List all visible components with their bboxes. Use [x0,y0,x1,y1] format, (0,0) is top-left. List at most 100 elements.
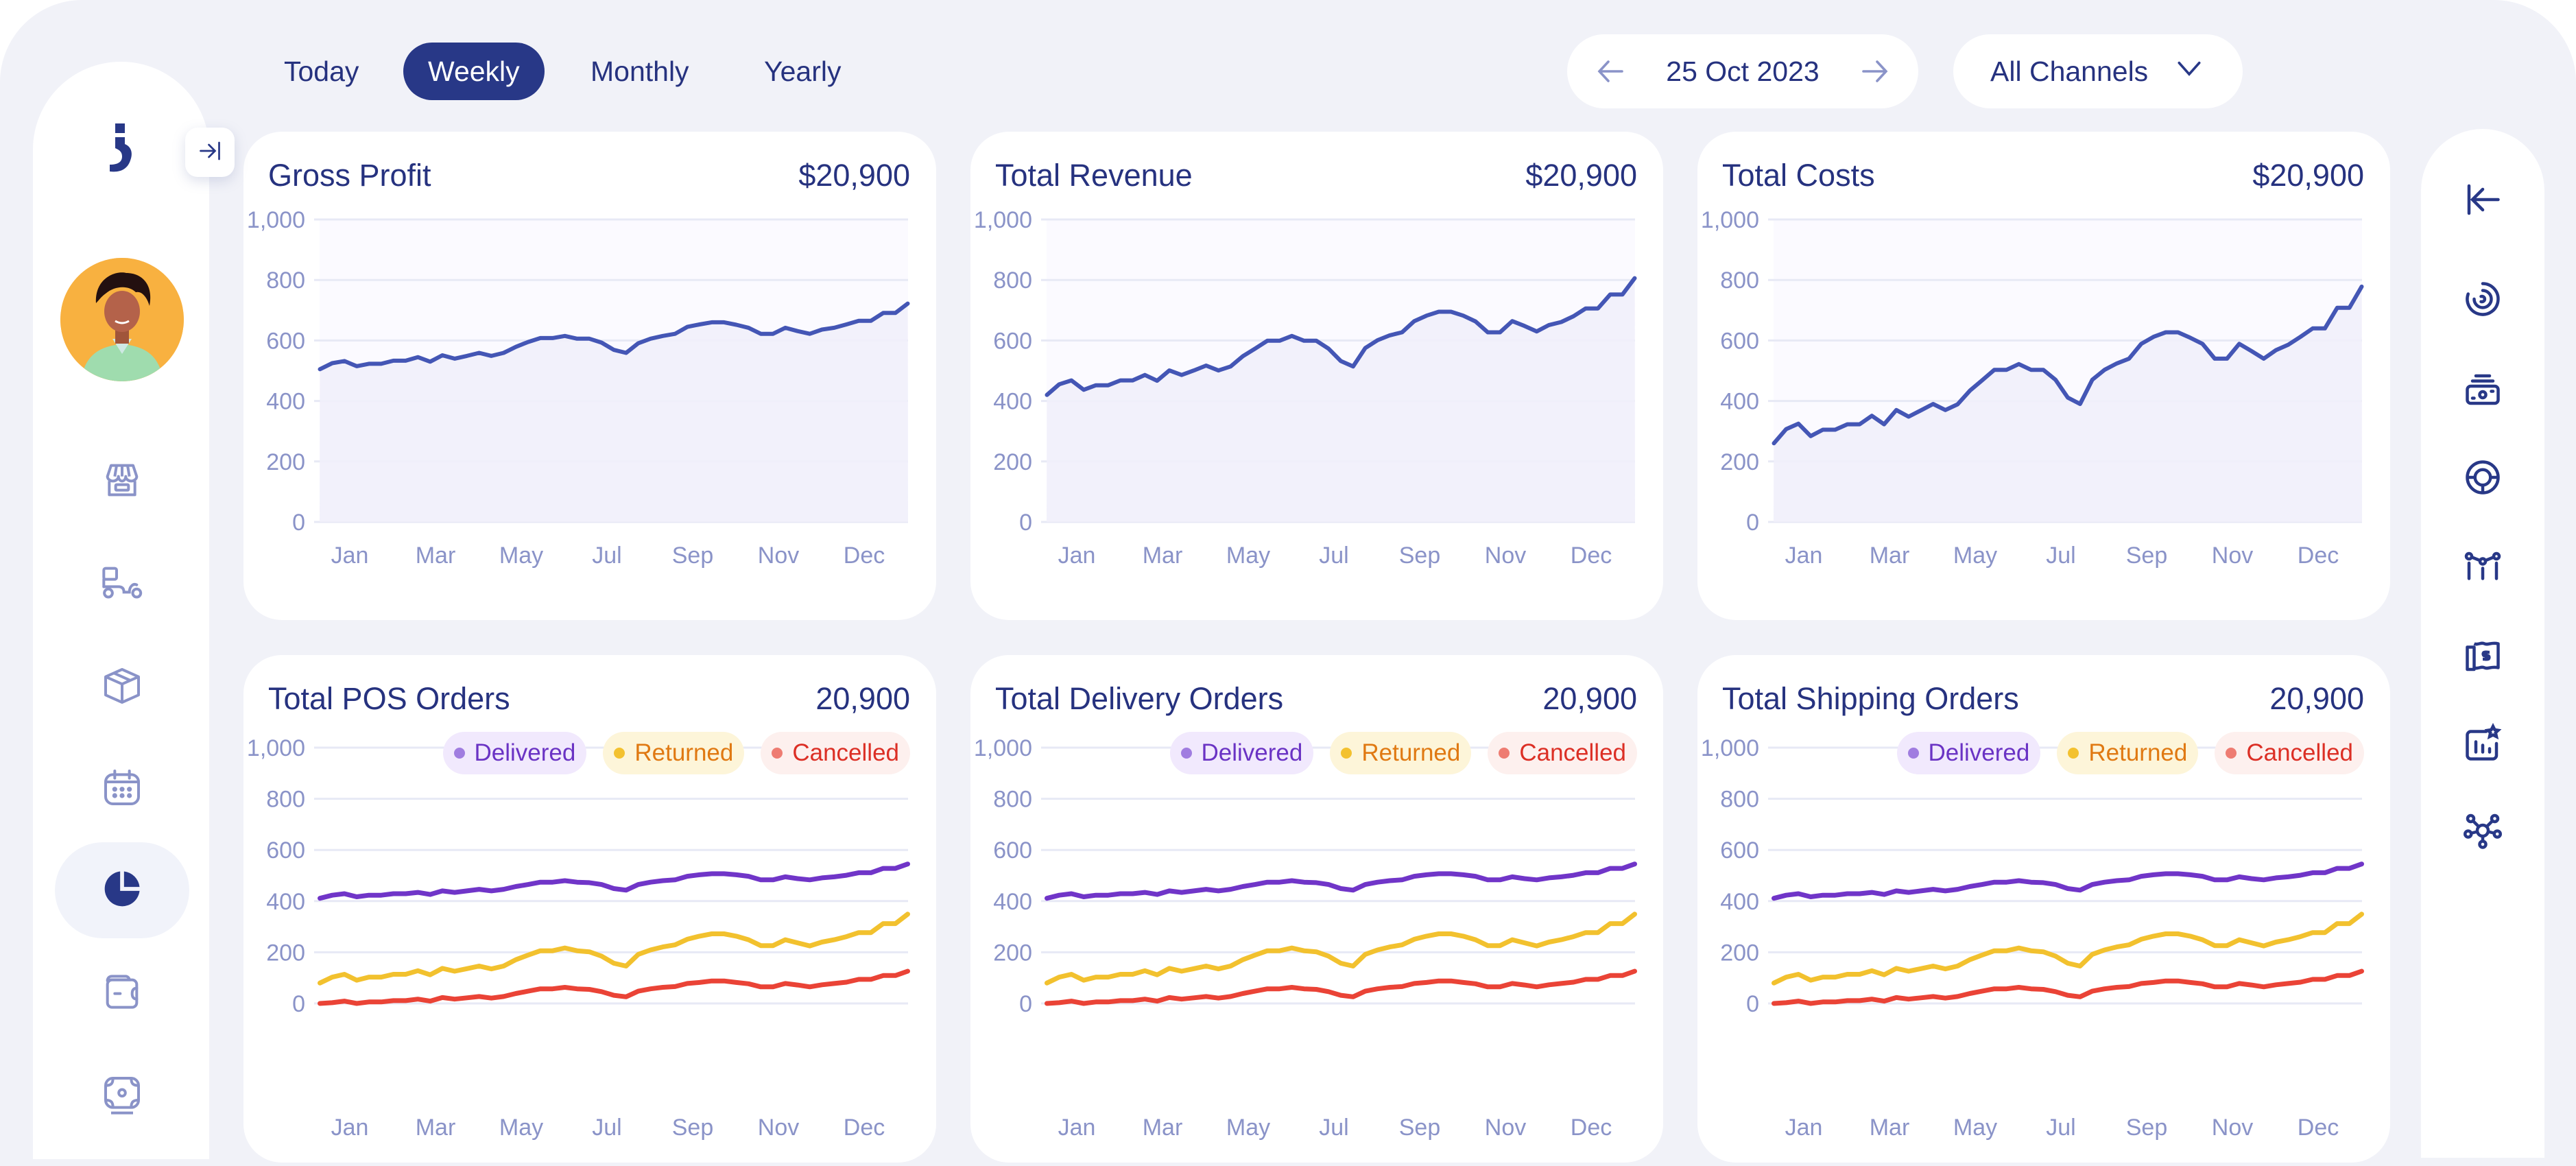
collapse-panel-button[interactable] [2455,174,2510,228]
right-nav-support[interactable] [2455,451,2510,506]
sidebar-item-products[interactable] [55,639,189,735]
sidebar-item-calendar[interactable] [55,741,189,837]
pos-orders-chart: 0 200 400 600 800 1,000 Jan Mar May Jul Sep Nov Dec [247,735,910,1141]
legend-label: Cancelled [1519,739,1626,766]
x-tick-label: Nov [1485,1115,1526,1141]
y-tick-label: 400 [266,889,305,915]
legend-label: Cancelled [2246,739,2353,766]
y-tick-label: 200 [266,940,305,966]
y-tick-label: 1,000 [247,207,305,233]
tab-today[interactable]: Today [259,43,383,100]
next-date-button[interactable] [1858,55,1891,88]
sidebar-item-store[interactable] [55,433,189,530]
legend-dot [1341,748,1352,759]
lifebuoy-icon [2462,457,2503,501]
total-costs-chart: 0 200 400 600 800 1,000 Jan Mar May Jul Sep Nov Dec [1701,207,2364,569]
y-tick-label: 0 [1019,991,1032,1017]
right-nav-cash[interactable] [2455,364,2510,418]
channel-dropdown[interactable]: All Channels [1953,34,2243,108]
series-line-delivered [1772,861,2364,901]
y-tick-label: 800 [993,267,1032,294]
legend-delivered[interactable]: Delivered [1896,732,2041,774]
card-title: Gross Profit [268,158,431,193]
card-total-pos-orders: 0 200 400 600 800 1,000 Jan Mar May Jul Sep Nov Dec … [243,655,936,1163]
card-title: Total POS Orders [268,681,510,716]
y-tick-label: 800 [1720,787,1759,813]
x-tick-label: May [1226,1115,1270,1141]
legend-dot [614,748,625,759]
right-nav-reports[interactable] [2455,717,2510,772]
y-tick-label: 600 [266,837,305,864]
x-tick-label: Jul [2046,1115,2075,1141]
legend-label: Delivered [1201,739,1303,766]
right-nav-target[interactable] [2455,273,2510,328]
sidebar-item-analytics[interactable] [55,842,189,938]
legend-delivered[interactable]: Delivered [1169,732,1314,774]
right-nav-trends[interactable] [2455,540,2510,595]
x-tick-label: Jan [1058,1115,1096,1141]
card-title: Total Delivery Orders [995,681,1284,716]
chart-legend: Delivered Returned Cancelled [1169,732,1637,774]
legend-label: Delivered [1928,739,2030,766]
y-tick-label: 800 [266,787,305,813]
current-date[interactable]: 25 Oct 2023 [1666,56,1819,88]
total-revenue-chart: 0 200 400 600 800 1,000 Jan Mar May Jul Sep Nov Dec [974,207,1637,569]
x-tick-label: Jan [331,1115,369,1141]
legend-cancelled[interactable]: Cancelled [1488,732,1637,774]
legend-returned[interactable]: Returned [2057,732,2199,774]
x-tick-label: Mar [1143,543,1183,569]
x-tick-label: Nov [758,1115,799,1141]
y-tick-label: 400 [993,889,1032,915]
series-line-returned [1045,912,1637,986]
sidebar-item-delivery[interactable] [55,536,189,632]
legend-dot [2226,748,2237,759]
x-tick-label: Jan [1785,543,1823,569]
y-tick-label: 1,000 [974,735,1032,761]
y-tick-label: 0 [292,510,305,536]
card-title: Total Costs [1722,158,1875,193]
card-gross-profit: 0 200 400 600 800 1,000 Jan Mar May Jul Sep Nov Dec … [243,132,936,620]
legend-returned[interactable]: Returned [1330,732,1472,774]
x-tick-label: May [1953,1115,1997,1141]
tab-yearly[interactable]: Yearly [739,43,866,100]
card-value: $20,900 [798,158,910,193]
user-avatar[interactable] [60,258,184,381]
x-tick-label: Mar [416,1115,456,1141]
legend-cancelled[interactable]: Cancelled [761,732,910,774]
card-value: 20,900 [2269,681,2364,716]
x-tick-label: Sep [2126,543,2168,569]
y-tick-label: 600 [266,328,305,354]
y-tick-label: 600 [993,837,1032,864]
previous-date-button[interactable] [1595,55,1627,88]
tab-monthly[interactable]: Monthly [566,43,714,100]
y-tick-label: 1,000 [974,207,1032,233]
logo-icon [103,123,144,178]
sidebar-item-payments[interactable] [55,1048,189,1144]
network-icon [2462,810,2503,855]
right-nav-billing[interactable] [2455,630,2510,685]
collapse-left-icon [2462,179,2503,224]
legend-dot [1180,748,1192,759]
expand-sidebar-button[interactable] [185,128,235,177]
right-nav-network[interactable] [2455,805,2510,859]
gross-profit-chart: 0 200 400 600 800 1,000 Jan Mar May Jul Sep Nov Dec [247,207,910,569]
y-tick-label: 200 [266,449,305,475]
legend-returned[interactable]: Returned [603,732,745,774]
sidebar-item-wallet[interactable] [55,945,189,1041]
x-tick-label: Jan [331,543,369,569]
x-tick-label: Mar [1870,543,1910,569]
channel-dropdown-value: All Channels [1990,55,2149,87]
y-tick-label: 400 [1720,389,1759,415]
legend-label: Returned [634,739,734,766]
tab-weekly[interactable]: Weekly [403,43,545,100]
x-tick-label: Nov [2212,543,2253,569]
card-total-delivery-orders: 0 200 400 600 800 1,000 Jan Mar May Jul Sep Nov Dec … [970,655,1663,1163]
series-line-delivered [318,861,910,901]
card-value: 20,900 [815,681,910,716]
legend-dot [2068,748,2079,759]
chart-legend: Delivered Returned Cancelled [442,732,910,774]
legend-label: Returned [2088,739,2188,766]
legend-cancelled[interactable]: Cancelled [2215,732,2364,774]
legend-delivered[interactable]: Delivered [442,732,587,774]
legend-label: Delivered [474,739,576,766]
